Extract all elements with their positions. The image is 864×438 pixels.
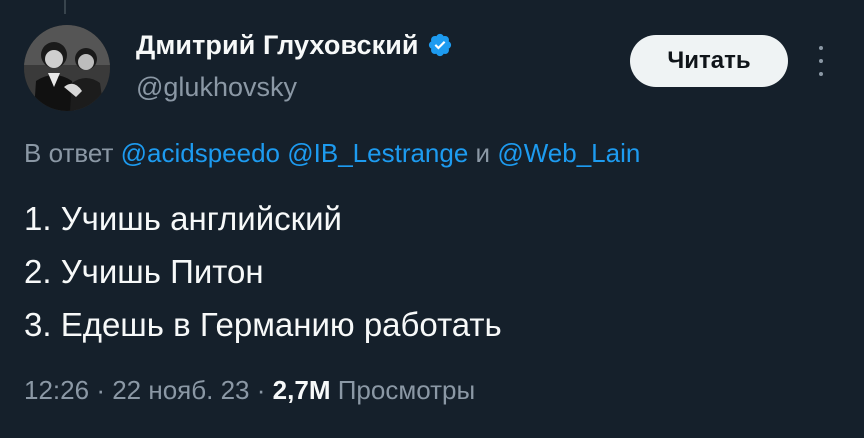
tweet-text: 1. Учишь английский 2. Учишь Питон 3. Ед… [24,192,502,351]
reply-context: В ответ @acidspeedo @IB_Lestrange и @Web… [24,138,640,169]
reply-prefix: В ответ [24,138,114,168]
views-label: Просмотры [337,375,476,405]
tweet-time[interactable]: 12:26 [24,375,89,405]
verified-badge-icon [428,33,451,57]
views-count: 2,7M [272,375,331,405]
avatar[interactable] [24,25,110,111]
author-name[interactable]: Дмитрий Глуховский [136,30,419,61]
thread-connector-line [64,0,66,14]
mention-link[interactable]: @IB_Lestrange [287,138,468,168]
tweet-text-line: 3. Едешь в Германию работать [24,306,502,343]
meta-separator: · [256,375,266,405]
mention-link[interactable]: @Web_Lain [497,138,640,168]
more-options-icon[interactable] [812,46,830,76]
author-name-row: Дмитрий Глуховский [136,28,453,62]
tweet-date[interactable]: 22 нояб. 23 [112,375,249,405]
tweet-text-line: 1. Учишь английский [24,200,342,237]
follow-button[interactable]: Читать [630,35,788,87]
tweet-text-line: 2. Учишь Питон [24,253,264,290]
tweet-meta: 12:26 · 22 нояб. 23 · 2,7M Просмотры [24,375,475,406]
mention-link[interactable]: @acidspeedo [121,138,280,168]
author-handle[interactable]: @glukhovsky [136,72,297,103]
reply-conjunction: и [475,138,491,168]
meta-separator: · [96,375,105,405]
